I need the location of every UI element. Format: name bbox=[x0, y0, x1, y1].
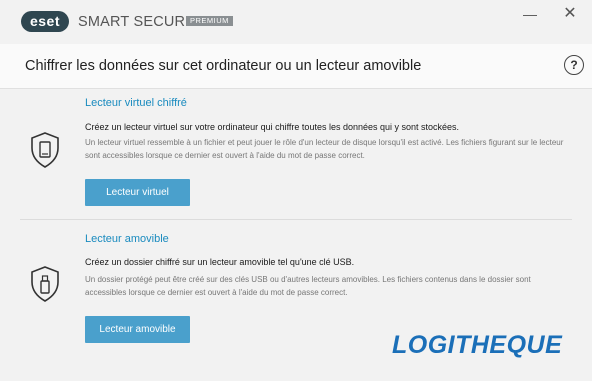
minimize-button[interactable]: — bbox=[520, 4, 540, 24]
shield-drive-icon bbox=[31, 132, 59, 168]
close-button[interactable]: ✕ bbox=[560, 4, 580, 24]
virtual-drive-section: Lecteur virtuel chiffré Créez un lecteur… bbox=[0, 89, 592, 219]
eset-logo: eset bbox=[21, 11, 69, 32]
edition-badge: PREMIUM bbox=[186, 16, 233, 26]
logitheque-watermark: LOGITHEQUE bbox=[392, 331, 563, 359]
removable-drive-button[interactable]: Lecteur amovible bbox=[85, 316, 190, 343]
shield-usb-icon bbox=[31, 266, 59, 302]
help-icon[interactable]: ? bbox=[564, 55, 584, 75]
section-description: Créez un lecteur virtuel sur votre ordin… bbox=[85, 122, 460, 132]
section-description: Créez un dossier chiffré sur un lecteur … bbox=[85, 257, 355, 267]
virtual-drive-button[interactable]: Lecteur virtuel bbox=[85, 179, 190, 206]
section-title: Lecteur virtuel chiffré bbox=[85, 97, 187, 109]
title-bar: eset SMART SECURITY PREMIUM — ✕ bbox=[0, 0, 592, 44]
page-title: Chiffrer les données sur cet ordinateur … bbox=[25, 58, 422, 74]
section-detail: Un lecteur virtuel ressemble à un fichie… bbox=[85, 138, 564, 160]
section-detail: Un dossier protégé peut être créé sur de… bbox=[85, 275, 531, 297]
page-header: Chiffrer les données sur cet ordinateur … bbox=[0, 44, 592, 89]
section-title: Lecteur amovible bbox=[85, 233, 169, 245]
